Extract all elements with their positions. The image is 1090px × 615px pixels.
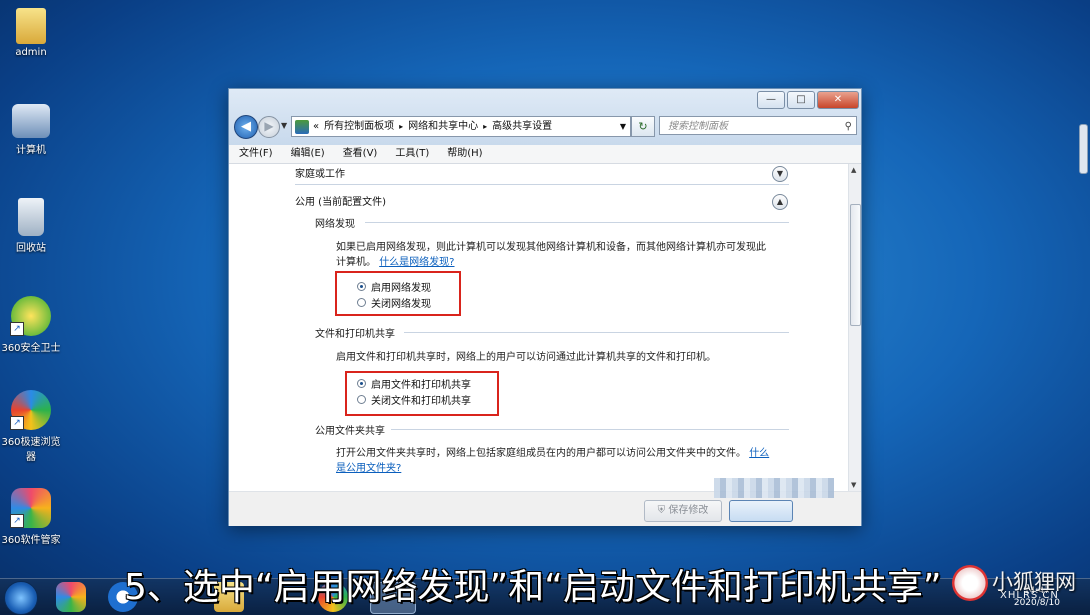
breadcrumb-separator[interactable]: ▸: [399, 117, 403, 136]
public-folder-sharing-description: 打开公用文件夹共享时，网络上包括家庭组成员在内的用户都可以访问公用文件夹中的文件…: [336, 446, 791, 476]
desktop-icon-label: 回收站: [16, 243, 46, 254]
radio-selected-icon[interactable]: [357, 282, 366, 291]
desktop-icon-label: admin: [15, 47, 47, 58]
desktop-icon-label: 计算机: [16, 145, 46, 156]
search-input[interactable]: 搜索控制面板 ⚲: [659, 116, 857, 135]
search-placeholder: 搜索控制面板: [668, 121, 728, 132]
network-discovery-desc-text: 如果已启用网络发现，则此计算机可以发现其他网络计算机和设备，而其他网络计算机亦可…: [336, 242, 766, 253]
radio-disable-file-printer-sharing[interactable]: 关闭文件和打印机共享: [357, 392, 471, 407]
recycle-bin-icon: [18, 198, 44, 236]
public-folder-desc-text: 打开公用文件夹共享时，网络上包括家庭组成员在内的用户都可以访问公用文件夹中的文件…: [336, 448, 746, 459]
refresh-icon: ↻: [638, 120, 648, 133]
divider: [365, 222, 789, 223]
cancel-button[interactable]: [729, 500, 793, 522]
radio-unselected-icon[interactable]: [357, 298, 366, 307]
shortcut-arrow-icon: ↗: [10, 322, 24, 336]
chevron-down-icon[interactable]: ▼: [772, 166, 788, 182]
save-changes-label: 保存修改: [668, 505, 709, 516]
arrow-right-icon: ▶: [264, 119, 274, 133]
menu-file[interactable]: 文件(F): [229, 145, 281, 163]
network-discovery-desc-text2: 计算机。: [336, 257, 376, 268]
shortcut-arrow-icon: ↗: [10, 416, 24, 430]
divider: [391, 429, 789, 430]
shield-icon: ⛨: [657, 505, 666, 516]
shortcut-arrow-icon: ↗: [10, 514, 24, 528]
menu-view[interactable]: 查看(V): [333, 145, 386, 163]
menu-edit[interactable]: 编辑(E): [281, 145, 333, 163]
computer-icon: [12, 104, 50, 138]
desktop-icon-360-browser[interactable]: ↗ 360极速浏览器: [0, 390, 62, 463]
radio-disable-network-discovery[interactable]: 关闭网络发现: [357, 295, 431, 310]
what-is-public-folder-link[interactable]: 什么: [749, 448, 769, 459]
profile-public-label[interactable]: 公用 (当前配置文件): [295, 193, 386, 208]
menu-bar: 文件(F) 编辑(E) 查看(V) 工具(T) 帮助(H): [229, 145, 861, 164]
taskbar-360-software-icon[interactable]: [56, 582, 86, 612]
radio-label: 启用网络发现: [371, 283, 431, 294]
radio-enable-file-printer-sharing[interactable]: 启用文件和打印机共享: [357, 376, 471, 391]
breadcrumb-network-sharing-center[interactable]: 网络和共享中心: [408, 117, 478, 136]
divider: [404, 332, 789, 333]
scroll-down-icon[interactable]: ▼: [851, 481, 856, 489]
radio-selected-icon[interactable]: [357, 379, 366, 388]
advanced-sharing-window: — □ ✕ ◀ ▶ ▼ « 所有控制面板项 ▸ 网络和共享中心 ▸ 高级共享设置…: [228, 88, 862, 526]
back-button[interactable]: ◀: [234, 115, 258, 139]
breadcrumb-advanced-sharing[interactable]: 高级共享设置: [492, 117, 552, 136]
watermark-url: XHLRS.CN: [1000, 590, 1059, 601]
what-is-public-folder-link-2[interactable]: 是公用文件夹?: [336, 463, 401, 474]
save-changes-button[interactable]: ⛨ 保存修改: [644, 500, 722, 522]
window-footer: ⛨ 保存修改: [229, 478, 861, 526]
public-folder-sharing-title: 公用文件夹共享: [315, 426, 385, 437]
desktop-icon-recycle-bin[interactable]: 回收站: [0, 198, 62, 254]
settings-content: 家庭或工作 ▼ 公用 (当前配置文件) ▲ 网络发现 如果已启用网络发现，则此计…: [229, 164, 849, 491]
desktop-icon-label: 360安全卫士: [1, 343, 61, 354]
blurred-region: [714, 478, 834, 498]
address-bar[interactable]: « 所有控制面板项 ▸ 网络和共享中心 ▸ 高级共享设置 ▼: [291, 116, 631, 137]
radio-label: 启用文件和打印机共享: [371, 380, 471, 391]
arrow-left-icon: ◀: [241, 119, 251, 134]
radio-unselected-icon[interactable]: [357, 395, 366, 404]
refresh-button[interactable]: ↻: [631, 116, 655, 137]
desktop-icon-360-software[interactable]: ↗ 360软件管家: [0, 488, 62, 546]
scroll-up-icon[interactable]: ▲: [851, 166, 856, 174]
scrollbar-thumb[interactable]: [850, 204, 861, 326]
forward-button[interactable]: ▶: [258, 116, 280, 138]
recent-pages-dropdown[interactable]: ▼: [281, 121, 287, 130]
desktop-icon-label: 360极速浏览器: [1, 437, 61, 463]
maximize-button[interactable]: □: [787, 91, 815, 109]
search-icon[interactable]: ⚲: [845, 117, 852, 136]
desktop-icon-360-safe[interactable]: ↗ 360安全卫士: [0, 296, 62, 354]
divider: [295, 184, 789, 185]
breadcrumb-all-control-panel[interactable]: 所有控制面板项: [324, 117, 394, 136]
radio-label: 关闭文件和打印机共享: [371, 396, 471, 407]
what-is-network-discovery-link[interactable]: 什么是网络发现?: [379, 257, 454, 268]
network-discovery-description: 如果已启用网络发现，则此计算机可以发现其他网络计算机和设备，而其他网络计算机亦可…: [336, 240, 786, 270]
desktop-icon-computer[interactable]: 计算机: [0, 104, 62, 156]
file-printer-sharing-title: 文件和打印机共享: [315, 329, 395, 340]
edge-scrollbar[interactable]: [1079, 124, 1088, 174]
desktop-icon-admin[interactable]: admin: [0, 8, 62, 58]
radio-enable-network-discovery[interactable]: 启用网络发现: [357, 279, 431, 294]
file-printer-sharing-description: 启用文件和打印机共享时，网络上的用户可以访问通过此计算机共享的文件和打印机。: [336, 352, 716, 363]
breadcrumb-separator[interactable]: ▸: [483, 117, 487, 136]
control-panel-icon: [295, 119, 309, 134]
profile-home-work-label[interactable]: 家庭或工作: [295, 165, 345, 180]
fox-logo-icon: [952, 565, 988, 601]
user-folder-icon: [16, 8, 46, 44]
minimize-button[interactable]: —: [757, 91, 785, 109]
desktop-icon-label: 360软件管家: [1, 535, 61, 546]
menu-tools[interactable]: 工具(T): [385, 145, 437, 163]
radio-label: 关闭网络发现: [371, 299, 431, 310]
address-prefix[interactable]: «: [313, 117, 319, 136]
menu-help[interactable]: 帮助(H): [437, 145, 490, 163]
network-discovery-title: 网络发现: [315, 219, 355, 230]
tutorial-caption: 5、选中“启用网络发现”和“启动文件和打印机共享”: [124, 567, 942, 608]
content-scrollbar[interactable]: ▲ ▼: [848, 164, 861, 491]
start-button[interactable]: [4, 581, 38, 615]
close-button[interactable]: ✕: [817, 91, 859, 109]
chevron-down-icon[interactable]: ▼: [620, 117, 626, 136]
window-titlebar: — □ ✕ ◀ ▶ ▼ « 所有控制面板项 ▸ 网络和共享中心 ▸ 高级共享设置…: [229, 89, 861, 145]
chevron-up-icon[interactable]: ▲: [772, 194, 788, 210]
